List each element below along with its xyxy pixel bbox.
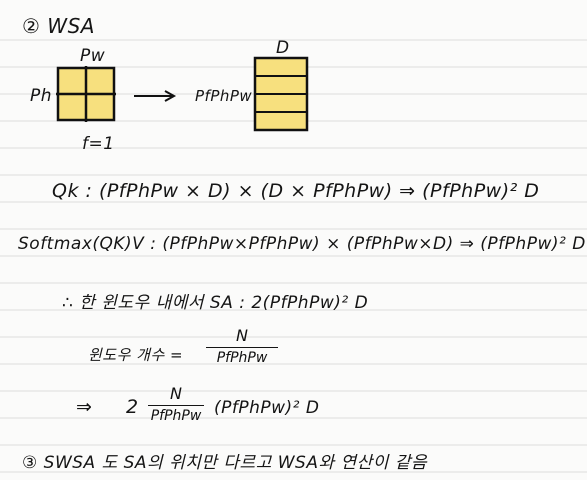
qk-equation: Qk : (PfPhPw × D) × (D × PfPhPw) ⇒ (PfPh… [52,180,540,202]
section-3-heading: ③ SWSA 도 SA의 위치만 다르고 WSA와 연산이 같음 [22,448,427,473]
implies-arrow-icon: ⇒ [76,396,93,418]
fraction-denominator: PfPhPw [216,350,268,366]
fraction-numerator: N [170,384,182,403]
note-page: ② WSA Pw Ph f=1 PfPhPw D Qk : (PfPhPw × … [0,0,587,480]
circle-number-3-icon: ③ [22,453,38,473]
softmax-equation: Softmax(QK)V : (PfPhPw×PfPhPw) × (PfPhPw… [18,234,586,254]
fraction-numerator: N [236,326,248,345]
window-count-label: 윈도우 개수 = [88,346,184,364]
pw-label: Pw [80,46,106,66]
result-coefficient: 2 [126,396,139,418]
fraction-bar [206,347,278,348]
d-label: D [276,38,290,58]
fraction-denominator: PfPhPw [150,408,202,424]
window-sa-summary: ∴ 한 윈도우 내에서 SA : 2(PfPhPw)² D [62,293,369,313]
window-count-fraction: N PfPhPw [206,326,278,366]
fraction-bar [148,405,204,406]
result-tail: (PfPhPw)² D [214,398,320,418]
section-3-text: SWSA 도 SA의 위치만 다르고 WSA와 연산이 같음 [43,453,428,473]
ph-label: Ph [30,86,53,106]
result-fraction: N PfPhPw [148,384,204,424]
pfphpw-label: PfPhPw [195,87,253,105]
f-label: f=1 [82,134,115,154]
